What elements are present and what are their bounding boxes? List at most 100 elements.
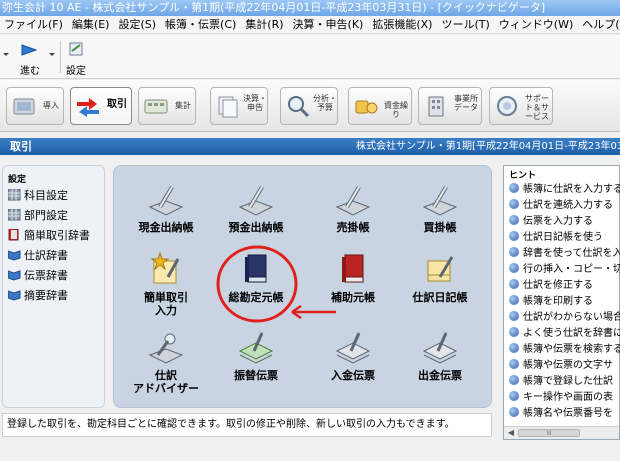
hint-label: 伝票を入力する — [523, 216, 593, 227]
hint-link[interactable]: 仕訳を連続入力する — [509, 198, 620, 213]
settings-panel: 設定 科目設定 部門設定 簡単取引辞書 仕訳辞書 伝票辞書 摘要辞書 — [2, 165, 105, 408]
payment-voucher-label: 出金伝票 — [418, 369, 462, 382]
menu-settings[interactable]: 設定(S) — [114, 16, 161, 34]
hint-link[interactable]: 行の挿入・コピー・切り — [509, 262, 620, 277]
module-tab-intro[interactable]: 導入 — [6, 87, 64, 125]
hint-link[interactable]: キー操作や画面の表 — [509, 390, 620, 405]
hint-horizontal-scrollbar[interactable]: ◀ III — [504, 426, 619, 439]
menu-summary[interactable]: 集計(R) — [241, 16, 288, 34]
forward-button[interactable]: 進む — [14, 39, 46, 77]
back-dropdown-button[interactable] — [0, 39, 12, 75]
hint-link[interactable]: 帳簿や伝票を検索する — [509, 342, 620, 357]
hint-link[interactable]: 仕訳日記帳を使う — [509, 230, 620, 245]
hint-link[interactable]: 仕訳を修正する — [509, 278, 620, 293]
module-label: 決算・申告 — [243, 94, 267, 112]
building-icon — [428, 96, 444, 117]
scroll-left-arrow-icon[interactable]: ◀ — [506, 428, 516, 438]
hint-label: 仕訳がわからない場合 — [523, 312, 620, 323]
link-simple-dictionary[interactable]: 簡単取引辞書 — [8, 228, 90, 244]
hint-link[interactable]: 帳簿や伝票の文字サ — [509, 358, 620, 373]
company-period-info: 株式会社サンプル・第1期[平成22年04月01日-平成23年03月 — [356, 141, 620, 152]
settings-button[interactable]: 設定 — [63, 39, 89, 77]
menu-edit[interactable]: 編集(E) — [68, 16, 115, 34]
cash-book-button[interactable]: 現金出納帳 — [121, 181, 211, 234]
hint-bullet-icon — [509, 391, 519, 401]
menu-books[interactable]: 帳簿・伝票(C) — [161, 16, 241, 34]
link-label: 伝票辞書 — [24, 269, 68, 282]
module-tab-closing[interactable]: 決算・申告 — [210, 87, 268, 125]
hint-label: 帳簿を印刷する — [523, 296, 593, 307]
intro-icon — [13, 98, 35, 115]
menu-closing[interactable]: 決算・申告(K) — [289, 16, 369, 34]
journal-advisor-label: 仕訳 アドバイザー — [133, 369, 199, 395]
window-title-bar: 弥生会計 10 AE - 株式会社サンプル・第1期(平成22年04月01日-平成… — [0, 0, 620, 16]
link-account-settings[interactable]: 科目設定 — [8, 188, 68, 204]
receipt-voucher-button[interactable]: 入金伝票 — [308, 329, 398, 382]
module-tab-transactions[interactable]: 取引 — [70, 87, 132, 125]
hint-label: よく使う仕訳を辞書に — [523, 328, 620, 339]
receivables-book-button[interactable]: 売掛帳 — [308, 181, 398, 234]
journal-book-button[interactable]: 仕訳日記帳 — [395, 251, 485, 304]
receivables-book-label: 売掛帳 — [336, 221, 370, 234]
ledger-book-red-icon — [342, 254, 364, 283]
menu-tools[interactable]: ツール(T) — [437, 16, 494, 34]
module-label: 導入 — [43, 101, 59, 110]
deposit-book-button[interactable]: 預金出納帳 — [211, 181, 301, 234]
menu-file[interactable]: ファイル(F) — [0, 16, 68, 34]
section-header: 取引 株式会社サンプル・第1期[平成22年04月01日-平成23年03月 — [0, 138, 620, 155]
payment-voucher-button[interactable]: 出金伝票 — [395, 329, 485, 382]
menu-window[interactable]: ウィンドウ(W) — [495, 16, 578, 34]
highlight-circle-annotation — [216, 245, 298, 323]
book-blue-icon — [8, 290, 21, 301]
menu-help[interactable]: ヘルプ(H) — [578, 16, 620, 34]
link-summary-dictionary[interactable]: 摘要辞書 — [8, 288, 68, 304]
journal-book-label: 仕訳日記帳 — [412, 291, 468, 304]
module-label: 集計 — [175, 101, 191, 110]
voucher-stack-icon — [335, 332, 371, 364]
hint-bullet-icon — [509, 375, 519, 385]
module-label: サポート＆サービス — [525, 94, 549, 121]
module-tab-analysis[interactable]: 分析・予算 — [280, 87, 338, 125]
advisor-pen-icon — [148, 333, 184, 364]
book-blue-icon — [8, 270, 21, 281]
link-label: 科目設定 — [24, 189, 68, 202]
hint-label: 帳簿に仕訳を入力する — [523, 184, 620, 195]
hint-link[interactable]: 辞書を使って仕訳を入 — [509, 246, 620, 261]
documents-icon — [218, 96, 238, 118]
subsidiary-ledger-button[interactable]: 補助元帳 — [308, 251, 398, 304]
hint-bullet-icon — [509, 407, 519, 417]
transactions-arrows-icon — [77, 98, 99, 117]
menu-extensions[interactable]: 拡張機能(X) — [368, 16, 437, 34]
grid-icon — [8, 189, 21, 201]
calculator-icon — [144, 99, 168, 114]
payables-book-button[interactable]: 買掛帳 — [395, 181, 485, 234]
hint-link[interactable]: 帳簿名や伝票番号を — [509, 406, 620, 421]
journal-advisor-button[interactable]: 仕訳 アドバイザー — [121, 329, 211, 395]
hint-link[interactable]: よく使う仕訳を辞書に — [509, 326, 620, 341]
book-red-icon — [8, 229, 19, 241]
link-department-settings[interactable]: 部門設定 — [8, 208, 68, 224]
module-bar: 導入 取引 集計 決算・申告 分析・予算 資金繰り 事業所データ サポート＆サー… — [0, 80, 620, 132]
receipt-voucher-label: 入金伝票 — [331, 369, 375, 382]
link-journal-dictionary[interactable]: 仕訳辞書 — [8, 248, 68, 264]
module-tab-cashflow[interactable]: 資金繰り — [348, 87, 412, 125]
transfer-voucher-button[interactable]: 振替伝票 — [211, 329, 301, 382]
transfer-voucher-label: 振替伝票 — [234, 369, 278, 382]
hint-bullet-icon — [509, 231, 519, 241]
scroll-thumb-grip: III — [546, 430, 552, 437]
voucher-stack-green-icon — [238, 332, 274, 364]
module-tab-summary[interactable]: 集計 — [138, 87, 196, 125]
pen-tray-icon — [335, 185, 371, 216]
simple-transaction-button[interactable]: 簡単取引 入力 — [121, 251, 211, 317]
scroll-thumb[interactable]: III — [518, 429, 580, 437]
link-voucher-dictionary[interactable]: 伝票辞書 — [8, 268, 68, 284]
menu-bar: ファイル(F) 編集(E) 設定(S) 帳簿・伝票(C) 集計(R) 決算・申告(K) 拡張… — [0, 16, 620, 34]
hint-link[interactable]: 帳簿で登録した仕訳 — [509, 374, 620, 389]
forward-dropdown-button[interactable] — [47, 39, 57, 75]
hint-link[interactable]: 帳簿を印刷する — [509, 294, 620, 309]
module-tab-support[interactable]: サポート＆サービス — [489, 87, 553, 125]
hint-link[interactable]: 帳簿に仕訳を入力する — [509, 182, 620, 197]
hint-link[interactable]: 仕訳がわからない場合 — [509, 310, 620, 325]
hint-link[interactable]: 伝票を入力する — [509, 214, 620, 229]
module-tab-office-data[interactable]: 事業所データ — [418, 87, 482, 125]
